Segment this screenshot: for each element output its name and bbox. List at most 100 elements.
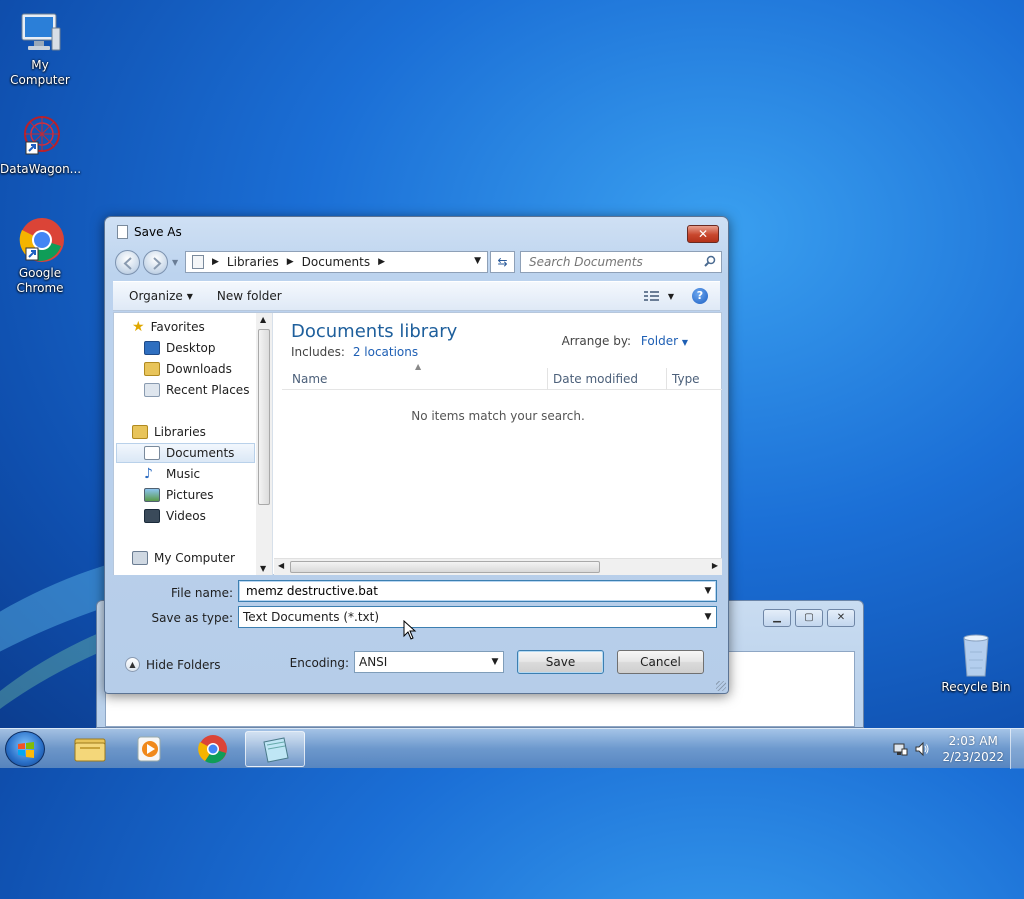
folder-icon — [74, 738, 106, 762]
refresh-button[interactable]: ⇆ — [490, 251, 515, 273]
scroll-left-icon[interactable]: ◀ — [278, 561, 284, 570]
recent-places-icon — [144, 383, 160, 397]
close-button[interactable]: ✕ — [827, 609, 855, 627]
nav-my-computer[interactable]: My Computer — [132, 548, 235, 568]
save-button[interactable]: Save — [517, 650, 604, 674]
network-icon[interactable] — [892, 741, 908, 757]
breadcrumb-libraries[interactable]: Libraries — [227, 255, 279, 269]
scroll-up-icon[interactable]: ▲ — [260, 315, 266, 324]
taskbar-notepad[interactable] — [245, 731, 305, 767]
column-divider[interactable] — [547, 368, 548, 390]
breadcrumb-documents[interactable]: Documents — [302, 255, 370, 269]
taskbar-explorer[interactable] — [60, 731, 120, 767]
resize-grip[interactable] — [716, 681, 726, 691]
taskbar-chrome[interactable] — [183, 731, 243, 767]
taskbar-clock[interactable]: 2:03 AM 2/23/2022 — [942, 733, 1004, 765]
navigation-bar: ▼ ▶ Libraries ▶ Documents ▶ ▼ ⇆ — [115, 250, 722, 275]
chevron-up-icon: ▲ — [125, 657, 140, 672]
minimize-button[interactable]: ▁ — [763, 609, 791, 627]
new-folder-button[interactable]: New folder — [217, 289, 282, 303]
pictures-icon — [144, 488, 160, 502]
address-dropdown-icon[interactable]: ▼ — [474, 256, 481, 266]
nav-item-recent-places[interactable]: Recent Places — [144, 380, 249, 400]
search-box[interactable] — [520, 251, 722, 273]
empty-message: No items match your search. — [411, 409, 585, 423]
breadcrumb-separator[interactable]: ▶ — [378, 257, 385, 267]
forward-button[interactable] — [143, 250, 168, 275]
change-view-button[interactable]: ▼ — [643, 290, 674, 302]
scroll-down-icon[interactable]: ▼ — [260, 564, 266, 573]
taskbar-media-player[interactable] — [120, 731, 180, 767]
sort-ascending-icon: ▲ — [415, 362, 422, 371]
file-name-field[interactable]: ▼ — [238, 580, 717, 602]
cancel-button[interactable]: Cancel — [617, 650, 704, 674]
file-name-input[interactable] — [244, 583, 700, 599]
nav-scrollbar[interactable]: ▲ ▼ — [256, 313, 272, 575]
desktop-icon-my-computer[interactable]: My Computer — [0, 8, 80, 88]
scrollbar-thumb[interactable] — [290, 561, 600, 573]
library-includes: Includes: 2 locations — [291, 345, 418, 359]
nav-favorites[interactable]: ★ Favorites — [132, 317, 205, 337]
nav-libraries[interactable]: Libraries — [132, 422, 206, 442]
chevron-down-icon[interactable]: ▼ — [700, 612, 716, 622]
forward-arrow-icon — [153, 257, 162, 270]
back-button[interactable] — [115, 250, 140, 275]
taskbar: 2:03 AM 2/23/2022 — [0, 728, 1024, 769]
nav-my-computer-label: My Computer — [154, 551, 235, 565]
search-input[interactable] — [527, 253, 697, 271]
recent-pages-dropdown[interactable]: ▼ — [172, 258, 178, 267]
dialog-title-bar: Save As — [117, 225, 182, 239]
encoding-select[interactable]: ANSI ▼ — [354, 651, 504, 673]
organize-menu[interactable]: Organize ▼ — [129, 289, 193, 303]
column-date-modified[interactable]: Date modified — [553, 372, 638, 386]
nav-item-desktop[interactable]: Desktop — [144, 338, 216, 358]
includes-label: Includes: — [291, 345, 345, 359]
videos-icon — [144, 509, 160, 523]
hide-folders-label: Hide Folders — [146, 657, 221, 672]
save-as-type-value: Text Documents (*.txt) — [243, 610, 380, 624]
desktop-icon-recycle-bin[interactable]: Recycle Bin — [936, 630, 1016, 695]
scrollbar-thumb[interactable] — [258, 329, 270, 505]
nav-item-music[interactable]: ♪ Music — [144, 464, 200, 484]
maximize-button[interactable]: ▢ — [795, 609, 823, 627]
horizontal-scrollbar[interactable]: ◀ ▶ — [274, 558, 722, 575]
back-arrow-icon — [123, 257, 132, 270]
address-bar[interactable]: ▶ Libraries ▶ Documents ▶ ▼ — [185, 251, 488, 273]
nav-item-downloads[interactable]: Downloads — [144, 359, 232, 379]
column-name[interactable]: Name — [292, 372, 327, 386]
chevron-down-icon[interactable]: ▼ — [700, 586, 716, 596]
column-type[interactable]: Type — [672, 372, 700, 386]
save-as-type-select[interactable]: Text Documents (*.txt) ▼ — [238, 606, 717, 628]
computer-icon — [16, 8, 64, 56]
nav-item-videos[interactable]: Videos — [144, 506, 206, 526]
volume-icon[interactable] — [914, 741, 930, 757]
hide-folders-button[interactable]: ▲ Hide Folders — [125, 657, 221, 672]
search-icon — [704, 255, 716, 267]
arrange-by-dropdown[interactable]: Folder ▼ — [641, 334, 688, 348]
encoding-value: ANSI — [359, 655, 388, 669]
nav-favorites-label: Favorites — [150, 320, 205, 334]
scroll-right-icon[interactable]: ▶ — [712, 561, 718, 570]
desktop-icon-datawagon[interactable]: DataWagon... — [0, 112, 81, 177]
chevron-down-icon[interactable]: ▼ — [487, 657, 503, 667]
locations-link[interactable]: 2 locations — [353, 345, 418, 359]
clock-time: 2:03 AM — [948, 734, 998, 748]
nav-item-label: Pictures — [166, 488, 214, 502]
column-divider[interactable] — [666, 368, 667, 390]
breadcrumb-separator[interactable]: ▶ — [287, 257, 294, 267]
nav-item-label: Documents — [166, 446, 235, 460]
start-button[interactable] — [5, 731, 45, 767]
close-button[interactable]: ✕ — [687, 225, 719, 243]
nav-item-pictures[interactable]: Pictures — [144, 485, 214, 505]
nav-item-documents[interactable]: Documents — [116, 443, 255, 463]
breadcrumb-separator[interactable]: ▶ — [212, 257, 219, 267]
media-player-icon — [137, 736, 161, 762]
chrome-icon — [16, 216, 64, 264]
notepad-icon — [263, 737, 289, 763]
nav-item-label: Videos — [166, 509, 206, 523]
desktop-icon-google-chrome[interactable]: Google Chrome — [0, 216, 80, 296]
nav-item-label: Music — [166, 467, 201, 481]
help-icon[interactable]: ? — [692, 288, 708, 304]
show-desktop-button[interactable] — [1010, 729, 1024, 769]
new-folder-label: New folder — [216, 289, 282, 303]
